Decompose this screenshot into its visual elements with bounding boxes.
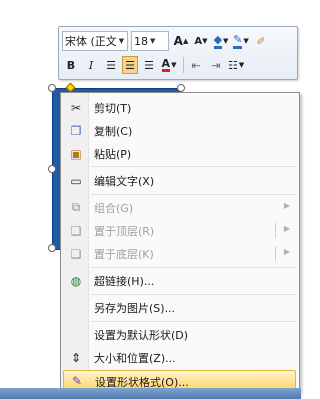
menu-separator bbox=[91, 166, 296, 167]
chevron-down-icon: ▼ bbox=[118, 37, 125, 45]
split-separator bbox=[275, 246, 276, 261]
menu-item-cut[interactable]: ✂ 剪切(T) bbox=[63, 97, 296, 118]
menu-item-label: 大小和位置(Z)... bbox=[94, 352, 176, 365]
menu-item-label: 组合(G) bbox=[94, 202, 134, 215]
menu-separator bbox=[91, 321, 296, 322]
resize-handle-top-mid[interactable] bbox=[177, 84, 185, 92]
grow-font-label: A bbox=[173, 34, 183, 48]
send-to-back-icon: ❏ bbox=[70, 246, 82, 261]
menu-item-size-position[interactable]: ⇕ 大小和位置(Z)... bbox=[63, 347, 296, 368]
paint-bucket-icon: ◆ bbox=[213, 33, 223, 49]
menu-item-send-to-back[interactable]: ❏ 置于底层(K) ▶ bbox=[63, 243, 296, 264]
bullet-list-icon: ☷ bbox=[228, 58, 238, 72]
italic-label: I bbox=[88, 58, 94, 72]
align-right-button[interactable]: ☰ bbox=[140, 56, 158, 74]
menu-item-label: 置于底层(K) bbox=[94, 248, 154, 261]
align-center-button[interactable]: ☰ bbox=[122, 56, 138, 74]
chevron-down-icon: ▼ bbox=[243, 37, 249, 45]
font-size-combo[interactable]: 18 ▼ bbox=[131, 31, 169, 51]
fill-color-button[interactable]: ◆ ▼ bbox=[212, 32, 230, 50]
hyperlink-icon: ◍ bbox=[70, 273, 82, 288]
format-painter-button[interactable]: ✐ bbox=[252, 32, 270, 50]
toolbar-separator bbox=[183, 57, 184, 73]
menu-item-copy[interactable]: ❐ 复制(C) bbox=[63, 120, 296, 141]
font-name-value: 宋体 (正文 bbox=[65, 35, 117, 48]
mini-toolbar: 宋体 (正文 ▼ 18 ▼ A ▲ A ▼ ◆ ▼ ✎ ▼ ✐ B I ☰ ☰ … bbox=[58, 26, 298, 80]
italic-button[interactable]: I bbox=[82, 56, 100, 74]
chevron-down-icon: ▼ bbox=[238, 61, 245, 69]
align-left-icon: ☰ bbox=[106, 58, 116, 72]
decrease-indent-button[interactable]: ⇤ bbox=[187, 56, 205, 74]
font-color-label: A bbox=[161, 57, 171, 72]
scissors-icon: ✂ bbox=[70, 100, 82, 115]
submenu-arrow-icon: ▶ bbox=[283, 201, 290, 210]
align-center-icon: ☰ bbox=[125, 58, 135, 72]
menu-separator bbox=[91, 267, 296, 268]
shrink-font-label: A bbox=[194, 35, 203, 47]
font-size-value: 18 bbox=[134, 34, 148, 48]
submenu-arrow-icon: ▶ bbox=[283, 224, 290, 233]
bring-to-front-icon: ❏ bbox=[70, 223, 82, 238]
format-shape-icon: ✎ bbox=[71, 373, 83, 388]
align-left-button[interactable]: ☰ bbox=[102, 56, 120, 74]
menu-item-paste[interactable]: ▣ 粘贴(P) bbox=[63, 143, 296, 164]
increase-indent-icon: ⇥ bbox=[211, 58, 221, 72]
menu-item-label: 编辑文字(X) bbox=[94, 175, 155, 188]
menu-item-label: 复制(C) bbox=[94, 125, 133, 138]
bold-label: B bbox=[66, 58, 76, 72]
shrink-font-button[interactable]: A ▼ bbox=[192, 32, 210, 50]
menu-item-bring-to-front[interactable]: ❏ 置于顶层(R) ▶ bbox=[63, 220, 296, 241]
resize-handle-top-left[interactable] bbox=[48, 84, 56, 92]
chevron-down-icon: ▼ bbox=[171, 61, 177, 69]
decrease-indent-icon: ⇤ bbox=[191, 58, 201, 72]
line-color-button[interactable]: ✎ ▼ bbox=[232, 32, 250, 50]
context-menu: ✂ 剪切(T) ❐ 复制(C) ▣ 粘贴(P) ▭ 编辑文字(X) ⧉ 组合(G… bbox=[60, 92, 300, 394]
bold-button[interactable]: B bbox=[62, 56, 80, 74]
resize-handle-bottom-left[interactable] bbox=[48, 244, 56, 252]
align-right-icon: ☰ bbox=[144, 58, 154, 72]
chevron-down-icon: ▼ bbox=[150, 37, 156, 45]
format-painter-icon: ✐ bbox=[256, 34, 266, 48]
menu-item-label: 粘贴(P) bbox=[94, 148, 132, 161]
menu-item-save-as-picture[interactable]: 另存为图片(S)... bbox=[63, 297, 296, 318]
resize-handle-mid-left[interactable] bbox=[48, 165, 56, 173]
paste-icon: ▣ bbox=[70, 146, 82, 161]
grow-font-button[interactable]: A ▲ bbox=[172, 32, 190, 50]
caret-up-icon: ▲ bbox=[182, 37, 189, 45]
bullets-button[interactable]: ☷ ▼ bbox=[227, 56, 245, 74]
menu-item-label: 剪切(T) bbox=[94, 102, 132, 115]
menu-item-label: 超链接(H)... bbox=[94, 275, 155, 288]
menu-separator bbox=[91, 294, 296, 295]
size-position-icon: ⇕ bbox=[70, 350, 82, 365]
menu-item-label: 另存为图片(S)... bbox=[94, 302, 176, 315]
menu-item-label: 设置为默认形状(D) bbox=[94, 329, 189, 342]
menu-separator bbox=[91, 194, 296, 195]
caret-down-icon: ▼ bbox=[202, 37, 208, 45]
edit-text-icon: ▭ bbox=[70, 173, 82, 188]
copy-icon: ❐ bbox=[70, 123, 82, 138]
submenu-arrow-icon: ▶ bbox=[283, 247, 290, 256]
group-icon: ⧉ bbox=[71, 200, 81, 214]
slide-bottom-strip bbox=[0, 388, 301, 399]
menu-item-set-default-shape[interactable]: 设置为默认形状(D) bbox=[63, 324, 296, 345]
menu-item-edit-text[interactable]: ▭ 编辑文字(X) bbox=[63, 170, 296, 191]
font-color-button[interactable]: A ▼ bbox=[160, 56, 178, 74]
split-separator bbox=[275, 223, 276, 238]
menu-item-label: 置于顶层(R) bbox=[94, 225, 155, 238]
menu-item-hyperlink[interactable]: ◍ 超链接(H)... bbox=[63, 270, 296, 291]
chevron-down-icon: ▼ bbox=[223, 37, 229, 45]
increase-indent-button[interactable]: ⇥ bbox=[207, 56, 225, 74]
font-name-combo[interactable]: 宋体 (正文 ▼ bbox=[62, 31, 128, 51]
menu-item-group[interactable]: ⧉ 组合(G) ▶ bbox=[63, 197, 296, 218]
pen-icon: ✎ bbox=[233, 33, 243, 49]
